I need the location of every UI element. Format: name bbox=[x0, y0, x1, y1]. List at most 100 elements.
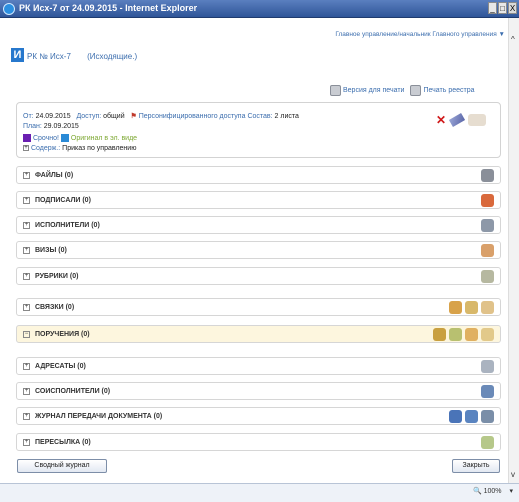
edit-icon[interactable] bbox=[448, 113, 466, 127]
section-row[interactable]: + ФАЙЛЫ (0) bbox=[16, 166, 501, 184]
app-logo: И bbox=[11, 48, 24, 62]
section-label: ЖУРНАЛ ПЕРЕДАЧИ ДОКУМЕНТА (0) bbox=[35, 413, 163, 420]
section-label: ПОДПИСАЛИ (0) bbox=[35, 197, 91, 204]
print-links: Версия для печати Печать реестра bbox=[330, 85, 475, 96]
section-icons bbox=[481, 219, 494, 232]
coexecutors-icon[interactable] bbox=[481, 385, 494, 398]
journal-icon[interactable] bbox=[449, 410, 462, 423]
rubrics-icon[interactable] bbox=[481, 270, 494, 283]
print-registry-link[interactable]: Печать реестра bbox=[410, 85, 475, 96]
section-label: ВИЗЫ (0) bbox=[35, 247, 67, 254]
forward-icon[interactable] bbox=[481, 436, 494, 449]
scroll-up-icon[interactable]: ^ bbox=[511, 35, 515, 44]
urgent-icon bbox=[23, 134, 31, 142]
user-menu[interactable]: Главное управление/начальник Главного уп… bbox=[335, 31, 505, 38]
expand-icon[interactable]: + bbox=[23, 145, 29, 152]
scrollbar[interactable]: ^ v bbox=[508, 18, 519, 483]
section-icons bbox=[481, 360, 494, 373]
section-label: ПЕРЕСЫЛКА (0) bbox=[35, 439, 91, 446]
print-version-link[interactable]: Версия для печати bbox=[330, 85, 404, 96]
expand-icon[interactable]: + bbox=[23, 247, 30, 254]
hand-icon[interactable] bbox=[468, 114, 486, 126]
window-controls: _ □ X bbox=[488, 2, 517, 14]
assignments-icon[interactable] bbox=[449, 328, 462, 341]
journal-icon[interactable] bbox=[481, 410, 494, 423]
expand-icon[interactable]: + bbox=[23, 363, 30, 370]
expand-icon[interactable]: + bbox=[23, 439, 30, 446]
printer-icon bbox=[410, 85, 422, 96]
section-icons bbox=[433, 328, 494, 341]
document-title: РК № Исх-7 (Исходящие.) bbox=[27, 52, 137, 61]
section-label: ПОРУЧЕНИЯ (0) bbox=[35, 331, 90, 338]
addressees-icon[interactable] bbox=[481, 360, 494, 373]
links-icon[interactable] bbox=[449, 301, 462, 314]
section-label: СОИСПОЛНИТЕЛИ (0) bbox=[35, 388, 111, 395]
record-actions: ✕ bbox=[436, 113, 486, 127]
close-button[interactable]: Закрыть bbox=[452, 459, 500, 473]
journal-icon[interactable] bbox=[465, 410, 478, 423]
section-row[interactable]: + РУБРИКИ (0) bbox=[16, 267, 501, 285]
links-icon[interactable] bbox=[481, 301, 494, 314]
expand-icon[interactable]: + bbox=[23, 172, 30, 179]
expand-icon[interactable]: − bbox=[23, 331, 30, 338]
section-row[interactable]: + ЖУРНАЛ ПЕРЕДАЧИ ДОКУМЕНТА (0) bbox=[16, 407, 501, 425]
section-label: ИСПОЛНИТЕЛИ (0) bbox=[35, 222, 100, 229]
section-row[interactable]: + ПЕРЕСЫЛКА (0) bbox=[16, 433, 501, 451]
window-titlebar: РК Исх-7 от 24.09.2015 - Internet Explor… bbox=[0, 0, 519, 18]
section-label: ФАЙЛЫ (0) bbox=[35, 172, 74, 179]
section-icons bbox=[481, 194, 494, 207]
section-label: РУБРИКИ (0) bbox=[35, 273, 79, 280]
expand-icon[interactable]: + bbox=[23, 304, 30, 311]
section-row[interactable]: + ИСПОЛНИТЕЛИ (0) bbox=[16, 216, 501, 234]
section-row[interactable]: + СВЯЗКИ (0) bbox=[16, 298, 501, 316]
info-line-1: От: 24.09.2015 Доступ: общий ⚑ Персонифи… bbox=[23, 113, 299, 120]
expand-icon[interactable]: + bbox=[23, 273, 30, 280]
section-row[interactable]: + СОИСПОЛНИТЕЛИ (0) bbox=[16, 382, 501, 400]
section-icons bbox=[481, 436, 494, 449]
assignments-icon[interactable] bbox=[465, 328, 478, 341]
doc-number: РК № Исх-7 bbox=[27, 52, 71, 61]
section-label: АДРЕСАТЫ (0) bbox=[35, 363, 86, 370]
section-icons bbox=[449, 301, 494, 314]
links-icon[interactable] bbox=[465, 301, 478, 314]
expand-icon[interactable]: + bbox=[23, 413, 30, 420]
paperclip-icon[interactable] bbox=[481, 169, 494, 182]
personal-access-icon: ⚑ bbox=[130, 113, 137, 120]
expand-icon[interactable]: + bbox=[23, 197, 30, 204]
section-row[interactable]: − ПОРУЧЕНИЯ (0) bbox=[16, 325, 501, 343]
section-icons bbox=[481, 169, 494, 182]
expand-icon[interactable]: + bbox=[23, 222, 30, 229]
ie-logo-icon bbox=[3, 3, 15, 15]
section-row[interactable]: + ПОДПИСАЛИ (0) bbox=[16, 191, 501, 209]
executors-icon[interactable] bbox=[481, 219, 494, 232]
section-row[interactable]: + ВИЗЫ (0) bbox=[16, 241, 501, 259]
status-bar: 🔍 100% ▾ bbox=[0, 483, 519, 502]
section-icons bbox=[449, 410, 494, 423]
window-title: РК Исх-7 от 24.09.2015 - Internet Explor… bbox=[19, 3, 198, 13]
scroll-down-icon[interactable]: v bbox=[511, 470, 515, 479]
info-line-4: + Содерж.: Приказ по управлению bbox=[23, 145, 137, 152]
chevron-down-icon: ▾ bbox=[509, 488, 513, 495]
section-row[interactable]: + АДРЕСАТЫ (0) bbox=[16, 357, 501, 375]
assignments-icon[interactable] bbox=[433, 328, 446, 341]
delete-icon[interactable]: ✕ bbox=[436, 113, 446, 127]
minimize-button[interactable]: _ bbox=[488, 2, 497, 14]
section-icons bbox=[481, 244, 494, 257]
info-line-3: Срочно! Оригинал в эл. виде bbox=[23, 134, 137, 142]
assignments-icon[interactable] bbox=[481, 328, 494, 341]
visa-icon[interactable] bbox=[481, 244, 494, 257]
expand-icon[interactable]: + bbox=[23, 388, 30, 395]
section-icons bbox=[481, 270, 494, 283]
info-line-2: План: 29.09.2015 bbox=[23, 123, 79, 130]
zoom-icon: 🔍 bbox=[472, 488, 482, 495]
close-window-button[interactable]: X bbox=[508, 2, 517, 14]
zoom-control[interactable]: 🔍 100% ▾ bbox=[473, 487, 513, 495]
printer-icon bbox=[330, 85, 341, 96]
section-icons bbox=[481, 385, 494, 398]
maximize-button[interactable]: □ bbox=[498, 2, 507, 14]
signature-icon[interactable] bbox=[481, 194, 494, 207]
doc-type: (Исходящие.) bbox=[87, 52, 138, 61]
summary-journal-button[interactable]: Сводный журнал bbox=[17, 459, 107, 473]
document-info-panel: От: 24.09.2015 Доступ: общий ⚑ Персонифи… bbox=[16, 102, 501, 158]
section-label: СВЯЗКИ (0) bbox=[35, 304, 75, 311]
